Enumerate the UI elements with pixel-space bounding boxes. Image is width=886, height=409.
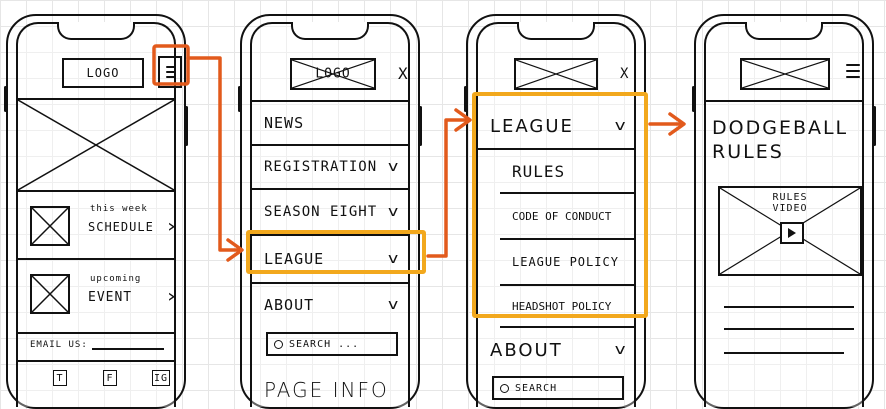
side-button (464, 86, 467, 112)
menu-icon[interactable] (846, 62, 862, 80)
chevron-down-icon: v (387, 159, 400, 175)
search-placeholder: SEARCH ... (289, 338, 360, 350)
chevron-down-icon: v (614, 342, 626, 358)
notch (517, 22, 595, 40)
close-icon[interactable]: X (620, 66, 629, 82)
page-title: DODGEBALL RULES (712, 116, 848, 164)
text-placeholder-line (724, 306, 854, 308)
menu-icon (166, 66, 175, 68)
text-placeholder-line (724, 352, 844, 354)
event-label: EVENT (88, 290, 133, 305)
league-submenu-highlight-box (472, 92, 648, 318)
search-input[interactable]: SEARCH ... (266, 332, 398, 356)
arrow-league-to-submenu (426, 118, 468, 258)
side-button (185, 106, 188, 146)
league-highlight-box (246, 230, 426, 274)
phone-menu: LOGO X NEWS REGISTRATION v SEASON EIGHT … (238, 14, 422, 409)
play-button[interactable] (780, 222, 804, 244)
hamburger-menu-button[interactable] (158, 56, 182, 88)
text-placeholder-line (724, 328, 854, 330)
logo[interactable] (514, 58, 598, 90)
page-info-label: PAGE INFO (264, 378, 389, 402)
schedule-thumbnail (30, 206, 70, 246)
event-thumbnail (30, 274, 70, 314)
search-icon (500, 383, 509, 393)
chevron-down-icon: v (387, 204, 400, 220)
search-input[interactable]: SEARCH (492, 376, 624, 400)
video-label-line: VIDEO (772, 203, 808, 214)
chevron-right-icon: › (166, 286, 177, 307)
screen-rules: DODGEBALL RULES RULES VIDEO (704, 22, 864, 407)
menu-icon-line (846, 70, 860, 72)
menu-icon-line (846, 64, 860, 66)
play-icon (788, 228, 796, 238)
logo[interactable]: LOGO (290, 58, 376, 90)
video-label-line: RULES (772, 192, 808, 203)
arrow-head (668, 112, 686, 136)
twitter-icon[interactable]: T (53, 370, 67, 386)
schedule-link[interactable]: this week SCHEDULE › (18, 192, 177, 260)
notch (745, 22, 823, 40)
menu-item-label: ABOUT (264, 296, 315, 314)
side-button (4, 86, 7, 112)
notch (291, 22, 369, 40)
side-button (692, 86, 695, 112)
instagram-icon[interactable]: IG (152, 370, 170, 386)
menu-icon-line (166, 76, 175, 78)
side-button (873, 106, 876, 146)
event-caption: upcoming (90, 274, 142, 284)
arrow-menu-to-league (186, 56, 242, 252)
chevron-down-icon: v (387, 297, 400, 313)
menu-icon-line (846, 76, 860, 78)
side-button (238, 86, 241, 112)
schedule-caption: this week (90, 204, 148, 214)
menu-item-label: ABOUT (490, 339, 563, 361)
chevron-right-icon: › (166, 216, 177, 237)
menu-item-registration[interactable]: REGISTRATION v (252, 146, 408, 190)
page-title-line: DODGEBALL (712, 117, 849, 139)
hero-image (18, 100, 174, 192)
screen-home: LOGO this week SCHEDULE › upcoming EVENT… (16, 22, 182, 407)
menu-icon-line (166, 71, 175, 73)
email-input-line[interactable] (92, 348, 164, 350)
menu-item-about[interactable]: ABOUT v (252, 284, 408, 326)
menu-item-label: NEWS (264, 114, 305, 132)
facebook-icon[interactable]: F (103, 370, 117, 386)
logo[interactable] (740, 58, 830, 90)
schedule-label: SCHEDULE (88, 220, 154, 234)
menu-item-news[interactable]: NEWS (252, 102, 408, 146)
rules-video[interactable]: RULES VIDEO (718, 186, 862, 276)
event-link[interactable]: upcoming EVENT › (18, 260, 177, 334)
search-icon (274, 339, 283, 349)
footer-divider (18, 360, 174, 362)
video-label: RULES VIDEO (720, 192, 860, 214)
close-icon[interactable]: X (398, 64, 409, 83)
menu-item-about[interactable]: ABOUT v (478, 328, 634, 372)
logo-text: LOGO (315, 66, 351, 82)
phone-rules: DODGEBALL RULES RULES VIDEO (692, 14, 876, 409)
search-placeholder: SEARCH (515, 382, 558, 394)
side-button (419, 106, 422, 146)
screen-menu: LOGO X NEWS REGISTRATION v SEASON EIGHT … (250, 22, 410, 407)
header-divider (706, 100, 862, 102)
menu-item-label: SEASON EIGHT (264, 204, 378, 220)
logo[interactable]: LOGO (62, 58, 144, 88)
menu-item-label: REGISTRATION (264, 159, 378, 175)
phone-home: LOGO this week SCHEDULE › upcoming EVENT… (4, 14, 188, 409)
logo-text: LOGO (86, 66, 120, 80)
email-label: EMAIL US: (30, 340, 88, 350)
notch (57, 22, 135, 40)
page-title-line: RULES (712, 141, 784, 163)
